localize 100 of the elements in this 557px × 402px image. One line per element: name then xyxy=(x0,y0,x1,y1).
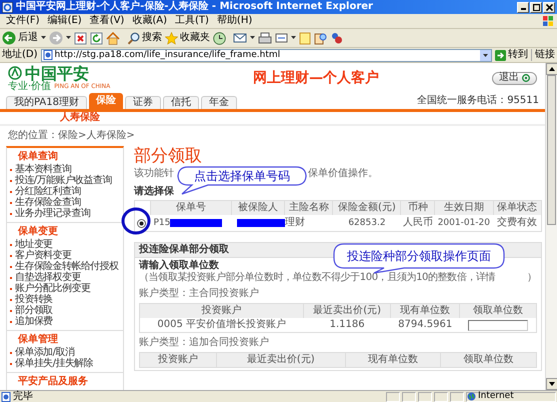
logo-emblem-icon xyxy=(8,66,22,80)
subnav-link[interactable]: 人寿保险 xyxy=(60,112,100,124)
annotation-circle xyxy=(121,207,151,235)
vertical-scrollbar[interactable] xyxy=(545,63,557,390)
callout-text: 投连险种部分领取操作页面 xyxy=(347,250,491,262)
menu-item[interactable]: 文件(F) xyxy=(2,15,44,27)
units-input-field[interactable] xyxy=(468,320,528,330)
callout-text: 点击选择保单号码 xyxy=(194,170,290,182)
minimize-icon xyxy=(520,8,526,10)
sidebar-heading: 保单管理 xyxy=(16,334,59,346)
sidebar-link[interactable]: 账户分配比例变更 xyxy=(15,283,90,294)
go-button[interactable]: 转到 xyxy=(495,49,528,61)
dropdown-arrow-icon[interactable] xyxy=(41,36,46,40)
logo-text: 中国平安 xyxy=(25,64,89,82)
column-header: 最近卖出价(元) xyxy=(303,304,391,318)
redaction-bar xyxy=(170,219,222,227)
maximize-icon xyxy=(532,4,540,10)
sidebar-link[interactable]: 业务办理记录查询 xyxy=(15,208,90,219)
favorites-button[interactable]: 收藏夹 xyxy=(165,32,210,44)
description-text: 保单价值操作。 xyxy=(308,168,378,180)
windows-logo-icon xyxy=(542,15,554,27)
table-cell: 0005 平安价值增长投资账户 xyxy=(157,319,286,330)
nav-tab[interactable]: 证券 xyxy=(124,96,161,109)
sidebar-link[interactable]: 客户资料变更 xyxy=(15,250,72,261)
window-title: 中国平安网上理财-个人客户-保险-人寿保险 - Microsoft Internet Explorer xyxy=(16,1,374,13)
search-button[interactable]: 搜索 xyxy=(127,32,162,44)
globe-icon xyxy=(467,392,476,401)
select-policy-label: 请选择保 xyxy=(134,186,175,198)
zone-text: Internet xyxy=(478,392,514,401)
column-header: 保单号 xyxy=(150,200,231,215)
star-icon xyxy=(165,32,178,44)
column-header: 投资账户 xyxy=(140,352,216,368)
note-text: ） xyxy=(527,272,537,284)
sidebar-link[interactable]: 地址变更 xyxy=(15,239,53,250)
column-header: 主险名称 xyxy=(284,200,333,215)
links-label[interactable]: 链接 xyxy=(531,49,555,61)
dropdown-arrow-icon[interactable] xyxy=(250,36,255,40)
nav-tab[interactable]: 我的PA18理财 xyxy=(6,96,87,109)
nav-tab[interactable]: 年金 xyxy=(200,96,237,109)
column-header: 被保险人 xyxy=(231,200,285,215)
close-button[interactable] xyxy=(543,2,555,12)
menu-item[interactable]: 工具(T) xyxy=(171,15,213,27)
menu-item[interactable]: 收藏(A) xyxy=(128,15,171,27)
description-text: 该功能针 xyxy=(134,168,174,180)
sidebar-link[interactable]: 部分领取 xyxy=(15,305,53,316)
radio-button[interactable] xyxy=(137,218,146,228)
sidebar-link[interactable]: 投连/万能账户收益查询 xyxy=(15,175,112,186)
menu-item[interactable]: 编辑(E) xyxy=(44,15,86,27)
sidebar-link[interactable]: 基本资料查询 xyxy=(15,164,72,175)
mail-icon[interactable] xyxy=(233,32,247,44)
edit-icon[interactable] xyxy=(275,32,288,44)
scroll-down-icon[interactable] xyxy=(546,378,557,390)
logout-button[interactable]: 退出 xyxy=(492,72,537,84)
logo-slogan: 专业·价值 xyxy=(8,82,52,92)
sidebar-link[interactable]: 生存保险金查询 xyxy=(15,197,81,208)
nav-tab[interactable]: 信托 xyxy=(162,96,199,109)
site-title: 网上理财—个人客户 xyxy=(252,72,380,84)
address-label: 地址(D) xyxy=(2,49,38,61)
close-icon xyxy=(546,4,552,10)
address-field[interactable]: http://stg.pa18.com/life_insurance/life_frame.html xyxy=(40,48,492,62)
sidebar-heading: 保单查询 xyxy=(16,151,59,163)
sidebar-link[interactable]: 投资转换 xyxy=(15,294,53,305)
account-type-label: 账户类型：追加合同投资账户 xyxy=(139,337,270,349)
table-cell: 理财 xyxy=(284,217,305,228)
back-button[interactable]: 后退 xyxy=(2,31,38,45)
dropdown-arrow-icon[interactable] xyxy=(66,36,71,40)
printer-icon[interactable] xyxy=(258,32,272,44)
search-icon xyxy=(127,32,140,44)
column-header: 币种 xyxy=(400,200,435,215)
menu-item[interactable]: 帮助(H) xyxy=(212,15,256,27)
menu-item[interactable]: 查看(V) xyxy=(86,15,128,27)
table-cell: P15 xyxy=(154,217,170,229)
column-header: 生效日期 xyxy=(434,200,494,215)
stop-icon[interactable] xyxy=(74,32,87,44)
table-cell: 1.1186 xyxy=(330,319,365,330)
refresh-icon[interactable] xyxy=(90,32,103,44)
prompt-text: 请输入领取单位数 xyxy=(139,260,220,272)
column-header: 领取单位数 xyxy=(440,352,536,368)
hotline-text: 全国统一服务电话：95511 xyxy=(417,95,539,107)
page-heading: 部分领取 xyxy=(134,146,203,166)
column-header: 现有单位数 xyxy=(345,352,441,368)
page-icon xyxy=(42,50,53,60)
column-header: 领取单位数 xyxy=(459,304,536,318)
scroll-up-icon[interactable] xyxy=(546,63,557,75)
dropdown-arrow-icon[interactable] xyxy=(291,36,296,40)
back-arrow-icon xyxy=(2,31,16,45)
history-icon[interactable] xyxy=(213,32,226,44)
sidebar-link[interactable]: 自垫选择权变更 xyxy=(15,272,81,283)
sidebar-link[interactable]: 保单添加/取消 xyxy=(15,347,74,358)
column-header: 投资账户 xyxy=(140,304,304,318)
sidebar-link[interactable]: 分红险红利查询 xyxy=(15,186,81,197)
table-cell: 8794.5961 xyxy=(398,319,452,330)
sidebar-link[interactable]: 保单挂失/挂失解除 xyxy=(15,358,93,369)
sidebar-link[interactable]: 追加保费 xyxy=(15,316,53,327)
account-type-label: 账户类型：主合同投资账户 xyxy=(139,288,260,300)
minimize-button[interactable] xyxy=(517,2,529,12)
home-icon[interactable] xyxy=(106,32,120,44)
maximize-button[interactable] xyxy=(530,2,542,12)
table-cell: 62853.2 xyxy=(348,218,386,228)
sidebar-link[interactable]: 生存保险金转帐给付授权 xyxy=(15,261,118,272)
